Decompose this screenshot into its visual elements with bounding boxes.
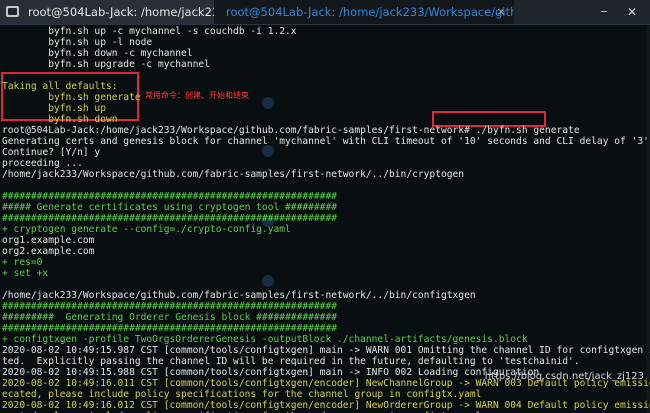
terminal-line: root@504Lab-Jack:/home/jack233/Workspace… bbox=[2, 125, 580, 136]
tab-terminal-1[interactable]: root@504Lab-Jack: /home/jack233/Wor bbox=[0, 0, 214, 24]
terminal-line: + configtxgen -profile TwoOrgsOrdererGen… bbox=[2, 334, 528, 345]
terminal-line: + cryptogen generate --config=./crypto-c… bbox=[2, 224, 291, 235]
terminal-line: Continue? [Y/n] y bbox=[2, 147, 101, 158]
terminal-line: 2020-08-02 10:49:15.988 CST [common/tool… bbox=[2, 367, 540, 378]
terminal-line: byfn.sh down bbox=[2, 114, 118, 125]
ghost-circle-icon bbox=[262, 275, 274, 287]
title-bar: root@504Lab-Jack: /home/jack233/Wor root… bbox=[0, 0, 650, 25]
close-tab-icon[interactable]: × bbox=[494, 5, 508, 19]
terminal-line: byfn.sh down -c mychannel bbox=[2, 48, 193, 59]
terminal-window: root@504Lab-Jack: /home/jack233/Wor root… bbox=[0, 0, 650, 413]
terminal-line: ##### Generate certificates using crypto… bbox=[2, 202, 338, 213]
terminal-line: 2020-08-02 10:49:16.012 CST [common/tool… bbox=[2, 400, 650, 411]
close-window-icon[interactable]: ✕ bbox=[620, 0, 644, 24]
terminal-line: 2020-08-02 10:49:15.987 CST [common/tool… bbox=[2, 345, 650, 356]
terminal-line: + res=0 bbox=[2, 257, 43, 268]
annotation-label: 常用命令：创建、开始和结束 bbox=[145, 91, 249, 100]
terminal-line: proceeding ... bbox=[2, 158, 83, 169]
terminal-line: ecated, please include policy specificat… bbox=[2, 389, 482, 400]
tab-label: root@504Lab-Jack: /home/jack233/Wor bbox=[28, 5, 214, 19]
terminal-line: org2.example.com bbox=[2, 246, 95, 257]
terminal-line: ########################################… bbox=[2, 301, 338, 312]
terminal-line: ted. Explicitly passing the channel ID w… bbox=[2, 356, 580, 367]
tab-label: root@504Lab-Jack: /home/jack233/Workspac… bbox=[226, 5, 514, 19]
terminal-line: byfn.sh upgrade -c mychannel bbox=[2, 59, 210, 70]
terminal-line: byfn.sh generate bbox=[2, 92, 141, 103]
terminal-line: ########################################… bbox=[2, 323, 338, 334]
terminal-output[interactable]: 常用命令：创建、开始和结束 byfn.sh up -c mychannel -s… bbox=[0, 25, 650, 413]
terminal-line: /home/jack233/Workspace/github.com/fabri… bbox=[2, 169, 465, 180]
tab-terminal-2[interactable]: root@504Lab-Jack: /home/jack233/Workspac… bbox=[214, 0, 514, 24]
terminal-line: Generating certs and genesis block for c… bbox=[2, 136, 650, 147]
terminal-line: byfn.sh up -c mychannel -s couchdb -i 1.… bbox=[2, 26, 297, 37]
terminal-line: + set +x bbox=[2, 268, 49, 279]
terminal-scrollbar[interactable] bbox=[646, 25, 650, 413]
ghost-circle-icon bbox=[262, 97, 274, 109]
terminal-icon bbox=[6, 6, 19, 17]
terminal-line: Taking all defaults: bbox=[2, 81, 118, 92]
terminal-line: byfn.sh up -l node bbox=[2, 37, 153, 48]
terminal-line: ########################################… bbox=[2, 191, 338, 202]
terminal-line: ######### Generating Orderer Genesis blo… bbox=[2, 312, 338, 323]
terminal-line: byfn.sh up bbox=[2, 103, 106, 114]
minimize-icon[interactable]: – bbox=[592, 0, 616, 24]
terminal-line: /home/jack233/Workspace/github.com/fabri… bbox=[2, 290, 476, 301]
terminal-line: org1.example.com bbox=[2, 235, 95, 246]
watermark: https://blog.csdn.net/jack_zj123 bbox=[484, 371, 644, 382]
terminal-line: ########################################… bbox=[2, 213, 338, 224]
